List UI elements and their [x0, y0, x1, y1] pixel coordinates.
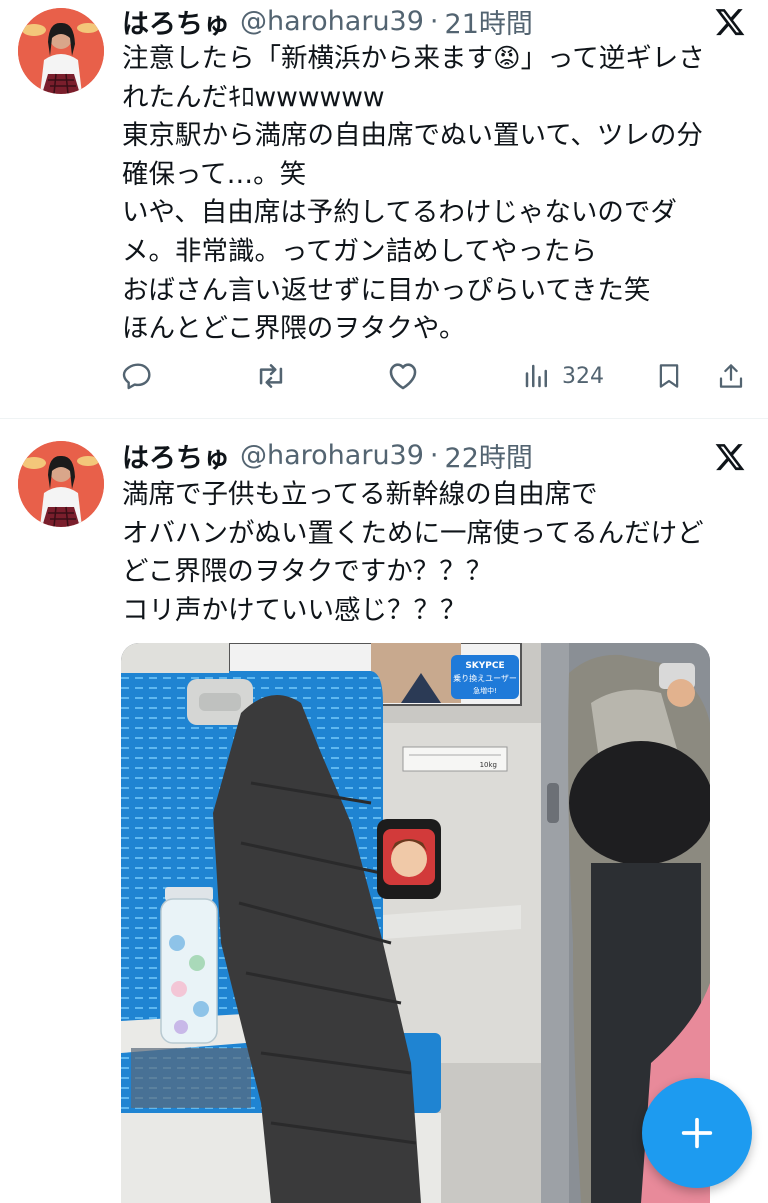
tweet-line: 満席で子供も立ってる新幹線の自由席で: [122, 479, 598, 510]
x-logo-icon: [714, 441, 746, 473]
avatar[interactable]: [18, 8, 104, 94]
avatar[interactable]: [18, 441, 104, 527]
views-icon: [525, 364, 547, 388]
retweet-icon: [259, 364, 283, 388]
plus-icon: [681, 1117, 713, 1149]
like-button[interactable]: [386, 356, 420, 396]
share-button[interactable]: [716, 356, 746, 396]
tweet-line: オバハンがぬい置くために一席使ってるんだけど: [122, 517, 704, 549]
tweet-header: はろちゅ @haroharu39 · 21時間: [122, 2, 533, 40]
tweet-line: 確保って…。笑: [122, 158, 307, 190]
views-count: 324: [562, 363, 604, 389]
tweet-line: メ。非常識。ってガン詰めしてやったら: [122, 235, 597, 267]
bookmark-icon: [659, 364, 679, 388]
tweet-line: れたんだｷﾛwwwwww: [122, 81, 385, 113]
tweet-header: はろちゅ @haroharu39 · 22時間: [122, 436, 533, 474]
tweet-line: コリ声かけていい感じ？？？: [122, 594, 467, 626]
share-icon: [719, 364, 743, 388]
tweet-line: 東京駅から満席の自由席でぬい置いて、ツレの分: [122, 120, 703, 152]
display-name[interactable]: はろちゅ: [122, 2, 230, 41]
tweet-actions: 324: [120, 356, 750, 396]
reply-icon: [122, 363, 151, 390]
timestamp[interactable]: 21時間: [445, 2, 533, 41]
views-button[interactable]: 324: [522, 356, 604, 396]
compose-button[interactable]: [642, 1078, 752, 1188]
retweet-button[interactable]: [254, 356, 288, 396]
handle[interactable]: @haroharu39: [240, 6, 424, 37]
separator: ·: [429, 439, 439, 471]
tweet-line: ほんとどこ界隈のヲタクや。: [122, 313, 466, 345]
tweet-line: おばさん言い返せずに目かっぴらいてきた笑: [122, 274, 651, 306]
table-weight: 10kg: [480, 761, 497, 769]
ad-line2: 急増中!: [473, 686, 497, 695]
separator: ·: [429, 5, 439, 37]
tweet-text: 注意したら「新横浜から来ます😡」って逆ギレさ れたんだｷﾛwwwwww 東京駅か…: [122, 40, 752, 349]
tweet-photo[interactable]: SKYPCE 乗り換えユーザー 急増中! 10kg: [121, 643, 710, 1203]
tweet-line: いや、自由席は予約してるわけじゃないのでダ: [122, 197, 677, 229]
tweet-text: 満席で子供も立ってる新幹線の自由席で オバハンがぬい置くために一席使ってるんだけ…: [122, 476, 752, 630]
timestamp[interactable]: 22時間: [445, 436, 533, 475]
ad-brand: SKYPCE: [465, 661, 504, 671]
display-name[interactable]: はろちゅ: [122, 436, 230, 475]
handle[interactable]: @haroharu39: [240, 440, 424, 471]
reply-button[interactable]: [122, 356, 154, 396]
tweet[interactable]: はろちゅ @haroharu39 · 21時間 注意したら「新横浜から来ます😡」…: [0, 0, 768, 419]
tweet[interactable]: はろちゅ @haroharu39 · 22時間 満席で子供も立ってる新幹線の自由…: [0, 419, 768, 1203]
like-icon: [389, 363, 417, 390]
tweet-line: 注意したら「新横浜から来ます😡」って逆ギレさ: [122, 43, 705, 74]
tweet-line: どこ界隈のヲタクですか？？？: [122, 556, 493, 588]
x-logo-icon: [714, 6, 746, 38]
ad-line1: 乗り換えユーザー: [453, 673, 517, 683]
bookmark-button[interactable]: [654, 356, 684, 396]
